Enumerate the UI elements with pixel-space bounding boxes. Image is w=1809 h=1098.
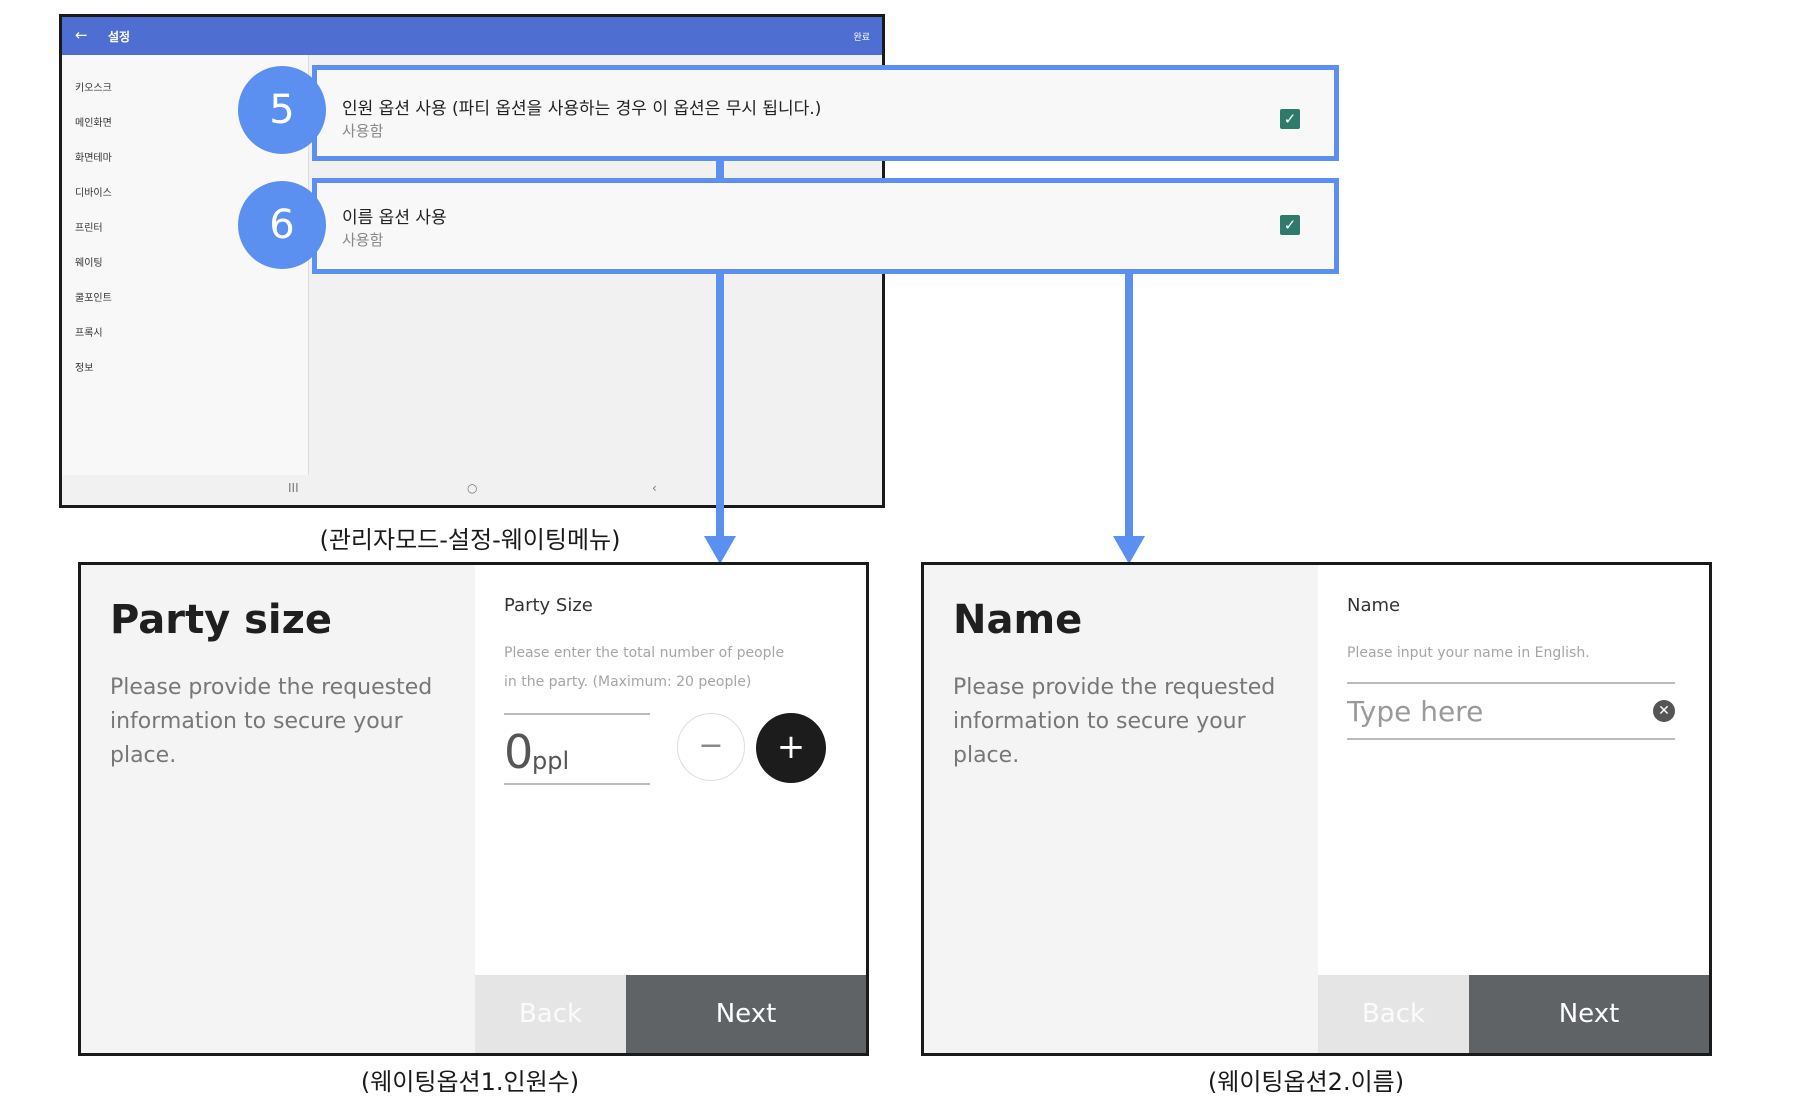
clear-icon[interactable]: ✕ [1653, 700, 1675, 722]
back-button[interactable]: Back [475, 975, 626, 1053]
caption-option1: (웨이팅옵션1.인원수) [360, 1068, 580, 1096]
sidebar-item-proxy[interactable]: 프록시 [75, 324, 103, 339]
connector-line-option6 [1125, 272, 1133, 536]
sidebar-item-info[interactable]: 정보 [75, 359, 93, 374]
name-input[interactable] [1347, 690, 1627, 732]
field-hint: Please enter the total number of people … [504, 645, 785, 690]
minus-icon[interactable]: − [677, 713, 745, 781]
plus-icon[interactable]: + [756, 713, 826, 783]
party-count-display: 0 ppl [504, 713, 650, 785]
field-title: Party Size [504, 595, 593, 616]
option-status: 사용함 [342, 231, 384, 249]
step-badge: 6 [238, 181, 326, 269]
caption-option2: (웨이팅옵션2.이름) [1207, 1068, 1405, 1096]
arrow-down-icon [1113, 536, 1145, 564]
back-arrow-icon[interactable]: ← [75, 26, 88, 44]
settings-title: 설정 [108, 30, 131, 44]
panel-form: Party Size Please enter the total number… [475, 565, 866, 1053]
next-button[interactable]: Next [626, 975, 866, 1053]
field-title: Name [1347, 595, 1401, 616]
sidebar-item-device[interactable]: 디바이스 [75, 184, 112, 199]
sidebar-item-printer[interactable]: 프린터 [75, 219, 103, 234]
sidebar-item-theme[interactable]: 화면테마 [75, 149, 112, 164]
sidebar-item-kiosk[interactable]: 키오스크 [75, 79, 112, 94]
option-label: 이름 옵션 사용 [342, 208, 447, 228]
party-count-unit: ppl [532, 747, 570, 775]
checkbox-checked-icon[interactable]: ✓ [1280, 215, 1300, 235]
home-icon[interactable]: ○ [467, 481, 477, 495]
panel-description: Please provide the requested information… [110, 675, 433, 768]
panel-heading: Party size [110, 597, 333, 643]
party-size-panel: Party size Please provide the requested … [78, 562, 869, 1056]
name-input-wrapper: ✕ [1347, 682, 1675, 740]
option-party-size-row[interactable]: 인원 옵션 사용 (파티 옵션을 사용하는 경우 이 옵션은 무시 됩니다.) … [312, 65, 1339, 161]
sidebar-item-waiting[interactable]: 웨이팅 [75, 254, 103, 269]
app-bar: ← 설정 완료 [62, 17, 882, 55]
recent-apps-icon[interactable]: III [288, 481, 299, 495]
option-label: 인원 옵션 사용 (파티 옵션을 사용하는 경우 이 옵션은 무시 됩니다.) [342, 99, 822, 119]
panel-info: Name Please provide the requested inform… [924, 565, 1318, 1053]
caption-admin: (관리자모드-설정-웨이팅메뉴) [319, 526, 621, 554]
field-hint: Please input your name in English. [1347, 645, 1590, 661]
system-nav-bar: III ○ ‹ [62, 475, 882, 505]
panel-heading: Name [953, 597, 1083, 643]
option-name-row[interactable]: 이름 옵션 사용 사용함 ✓ [312, 178, 1339, 274]
nav-back-icon[interactable]: ‹ [652, 481, 657, 495]
panel-info: Party size Please provide the requested … [81, 565, 475, 1053]
party-count-value: 0 [504, 725, 534, 779]
sidebar-item-main-screen[interactable]: 메인화면 [75, 114, 112, 129]
option-status: 사용함 [342, 122, 384, 140]
name-panel: Name Please provide the requested inform… [921, 562, 1712, 1056]
next-button[interactable]: Next [1469, 975, 1709, 1053]
back-button[interactable]: Back [1318, 975, 1469, 1053]
arrow-down-icon [704, 536, 736, 564]
step-badge: 5 [238, 66, 326, 154]
panel-form: Name Please input your name in English. … [1318, 565, 1709, 1053]
checkbox-checked-icon[interactable]: ✓ [1280, 109, 1300, 129]
sidebar-item-points[interactable]: 쿨포인트 [75, 289, 112, 304]
panel-description: Please provide the requested information… [953, 675, 1276, 768]
done-button[interactable]: 완료 [853, 30, 870, 43]
